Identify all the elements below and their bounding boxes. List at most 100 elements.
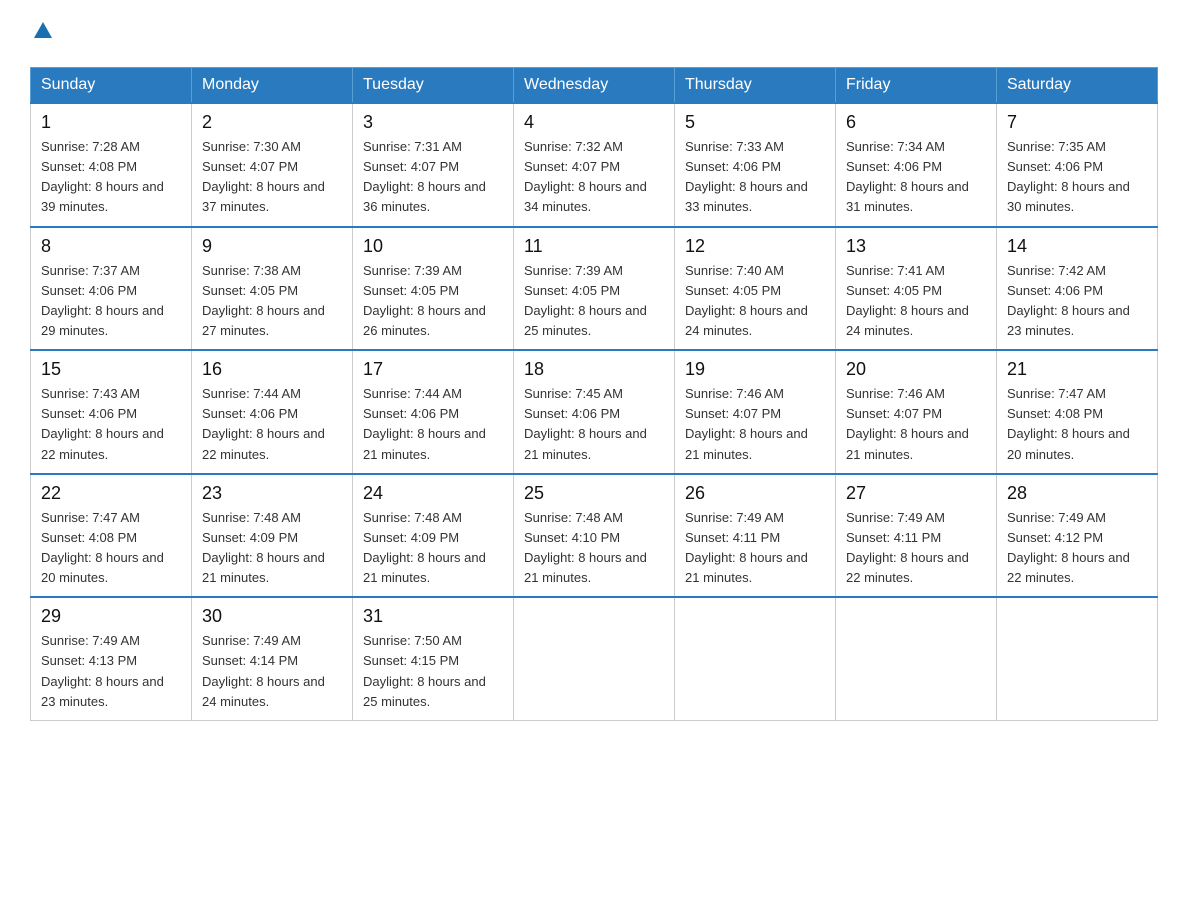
calendar-table: Sunday Monday Tuesday Wednesday Thursday… — [30, 67, 1158, 721]
calendar-week-row: 1 Sunrise: 7:28 AMSunset: 4:08 PMDayligh… — [31, 103, 1158, 227]
calendar-cell: 28 Sunrise: 7:49 AMSunset: 4:12 PMDaylig… — [997, 474, 1158, 598]
day-number: 31 — [363, 606, 503, 627]
day-number: 24 — [363, 483, 503, 504]
day-info: Sunrise: 7:48 AMSunset: 4:09 PMDaylight:… — [363, 510, 486, 585]
day-number: 8 — [41, 236, 181, 257]
day-info: Sunrise: 7:49 AMSunset: 4:11 PMDaylight:… — [846, 510, 969, 585]
day-info: Sunrise: 7:50 AMSunset: 4:15 PMDaylight:… — [363, 633, 486, 708]
col-monday: Monday — [192, 68, 353, 104]
day-info: Sunrise: 7:37 AMSunset: 4:06 PMDaylight:… — [41, 263, 164, 338]
calendar-week-row: 29 Sunrise: 7:49 AMSunset: 4:13 PMDaylig… — [31, 597, 1158, 720]
day-info: Sunrise: 7:49 AMSunset: 4:13 PMDaylight:… — [41, 633, 164, 708]
day-info: Sunrise: 7:46 AMSunset: 4:07 PMDaylight:… — [685, 386, 808, 461]
day-info: Sunrise: 7:45 AMSunset: 4:06 PMDaylight:… — [524, 386, 647, 461]
day-info: Sunrise: 7:47 AMSunset: 4:08 PMDaylight:… — [1007, 386, 1130, 461]
day-number: 1 — [41, 112, 181, 133]
day-info: Sunrise: 7:48 AMSunset: 4:09 PMDaylight:… — [202, 510, 325, 585]
calendar-cell: 18 Sunrise: 7:45 AMSunset: 4:06 PMDaylig… — [514, 350, 675, 474]
calendar-cell: 30 Sunrise: 7:49 AMSunset: 4:14 PMDaylig… — [192, 597, 353, 720]
calendar-cell: 11 Sunrise: 7:39 AMSunset: 4:05 PMDaylig… — [514, 227, 675, 351]
day-number: 10 — [363, 236, 503, 257]
calendar-cell: 12 Sunrise: 7:40 AMSunset: 4:05 PMDaylig… — [675, 227, 836, 351]
day-number: 22 — [41, 483, 181, 504]
calendar-cell: 31 Sunrise: 7:50 AMSunset: 4:15 PMDaylig… — [353, 597, 514, 720]
calendar-cell: 13 Sunrise: 7:41 AMSunset: 4:05 PMDaylig… — [836, 227, 997, 351]
day-info: Sunrise: 7:47 AMSunset: 4:08 PMDaylight:… — [41, 510, 164, 585]
day-number: 4 — [524, 112, 664, 133]
day-number: 5 — [685, 112, 825, 133]
calendar-cell: 19 Sunrise: 7:46 AMSunset: 4:07 PMDaylig… — [675, 350, 836, 474]
day-number: 14 — [1007, 236, 1147, 257]
calendar-cell: 14 Sunrise: 7:42 AMSunset: 4:06 PMDaylig… — [997, 227, 1158, 351]
day-info: Sunrise: 7:35 AMSunset: 4:06 PMDaylight:… — [1007, 139, 1130, 214]
calendar-cell: 29 Sunrise: 7:49 AMSunset: 4:13 PMDaylig… — [31, 597, 192, 720]
day-info: Sunrise: 7:43 AMSunset: 4:06 PMDaylight:… — [41, 386, 164, 461]
day-number: 29 — [41, 606, 181, 627]
col-tuesday: Tuesday — [353, 68, 514, 104]
day-info: Sunrise: 7:38 AMSunset: 4:05 PMDaylight:… — [202, 263, 325, 338]
day-info: Sunrise: 7:49 AMSunset: 4:12 PMDaylight:… — [1007, 510, 1130, 585]
day-number: 13 — [846, 236, 986, 257]
day-info: Sunrise: 7:46 AMSunset: 4:07 PMDaylight:… — [846, 386, 969, 461]
calendar-week-row: 22 Sunrise: 7:47 AMSunset: 4:08 PMDaylig… — [31, 474, 1158, 598]
day-info: Sunrise: 7:39 AMSunset: 4:05 PMDaylight:… — [363, 263, 486, 338]
day-info: Sunrise: 7:33 AMSunset: 4:06 PMDaylight:… — [685, 139, 808, 214]
day-number: 11 — [524, 236, 664, 257]
day-number: 18 — [524, 359, 664, 380]
calendar-cell: 2 Sunrise: 7:30 AMSunset: 4:07 PMDayligh… — [192, 103, 353, 227]
day-number: 15 — [41, 359, 181, 380]
col-friday: Friday — [836, 68, 997, 104]
day-number: 7 — [1007, 112, 1147, 133]
day-number: 2 — [202, 112, 342, 133]
day-number: 17 — [363, 359, 503, 380]
day-number: 19 — [685, 359, 825, 380]
calendar-cell: 8 Sunrise: 7:37 AMSunset: 4:06 PMDayligh… — [31, 227, 192, 351]
day-number: 6 — [846, 112, 986, 133]
calendar-cell — [836, 597, 997, 720]
calendar-cell: 24 Sunrise: 7:48 AMSunset: 4:09 PMDaylig… — [353, 474, 514, 598]
day-number: 9 — [202, 236, 342, 257]
day-number: 27 — [846, 483, 986, 504]
calendar-cell: 21 Sunrise: 7:47 AMSunset: 4:08 PMDaylig… — [997, 350, 1158, 474]
calendar-cell: 5 Sunrise: 7:33 AMSunset: 4:06 PMDayligh… — [675, 103, 836, 227]
logo-triangle-icon — [32, 20, 54, 42]
calendar-cell: 1 Sunrise: 7:28 AMSunset: 4:08 PMDayligh… — [31, 103, 192, 227]
calendar-week-row: 15 Sunrise: 7:43 AMSunset: 4:06 PMDaylig… — [31, 350, 1158, 474]
day-info: Sunrise: 7:49 AMSunset: 4:11 PMDaylight:… — [685, 510, 808, 585]
calendar-cell: 27 Sunrise: 7:49 AMSunset: 4:11 PMDaylig… — [836, 474, 997, 598]
col-thursday: Thursday — [675, 68, 836, 104]
day-number: 25 — [524, 483, 664, 504]
calendar-header-row: Sunday Monday Tuesday Wednesday Thursday… — [31, 68, 1158, 104]
calendar-cell: 17 Sunrise: 7:44 AMSunset: 4:06 PMDaylig… — [353, 350, 514, 474]
col-wednesday: Wednesday — [514, 68, 675, 104]
col-saturday: Saturday — [997, 68, 1158, 104]
calendar-cell — [997, 597, 1158, 720]
col-sunday: Sunday — [31, 68, 192, 104]
day-info: Sunrise: 7:48 AMSunset: 4:10 PMDaylight:… — [524, 510, 647, 585]
calendar-cell: 26 Sunrise: 7:49 AMSunset: 4:11 PMDaylig… — [675, 474, 836, 598]
calendar-cell: 22 Sunrise: 7:47 AMSunset: 4:08 PMDaylig… — [31, 474, 192, 598]
day-number: 3 — [363, 112, 503, 133]
calendar-cell: 15 Sunrise: 7:43 AMSunset: 4:06 PMDaylig… — [31, 350, 192, 474]
logo — [30, 20, 54, 47]
calendar-cell: 6 Sunrise: 7:34 AMSunset: 4:06 PMDayligh… — [836, 103, 997, 227]
calendar-cell: 10 Sunrise: 7:39 AMSunset: 4:05 PMDaylig… — [353, 227, 514, 351]
calendar-cell: 20 Sunrise: 7:46 AMSunset: 4:07 PMDaylig… — [836, 350, 997, 474]
day-number: 28 — [1007, 483, 1147, 504]
calendar-cell: 7 Sunrise: 7:35 AMSunset: 4:06 PMDayligh… — [997, 103, 1158, 227]
calendar-cell: 23 Sunrise: 7:48 AMSunset: 4:09 PMDaylig… — [192, 474, 353, 598]
day-info: Sunrise: 7:31 AMSunset: 4:07 PMDaylight:… — [363, 139, 486, 214]
day-number: 20 — [846, 359, 986, 380]
day-number: 12 — [685, 236, 825, 257]
day-info: Sunrise: 7:32 AMSunset: 4:07 PMDaylight:… — [524, 139, 647, 214]
day-info: Sunrise: 7:44 AMSunset: 4:06 PMDaylight:… — [363, 386, 486, 461]
day-info: Sunrise: 7:28 AMSunset: 4:08 PMDaylight:… — [41, 139, 164, 214]
day-number: 16 — [202, 359, 342, 380]
calendar-cell: 9 Sunrise: 7:38 AMSunset: 4:05 PMDayligh… — [192, 227, 353, 351]
calendar-cell: 25 Sunrise: 7:48 AMSunset: 4:10 PMDaylig… — [514, 474, 675, 598]
day-number: 26 — [685, 483, 825, 504]
day-info: Sunrise: 7:40 AMSunset: 4:05 PMDaylight:… — [685, 263, 808, 338]
calendar-cell — [675, 597, 836, 720]
calendar-cell: 4 Sunrise: 7:32 AMSunset: 4:07 PMDayligh… — [514, 103, 675, 227]
day-info: Sunrise: 7:44 AMSunset: 4:06 PMDaylight:… — [202, 386, 325, 461]
